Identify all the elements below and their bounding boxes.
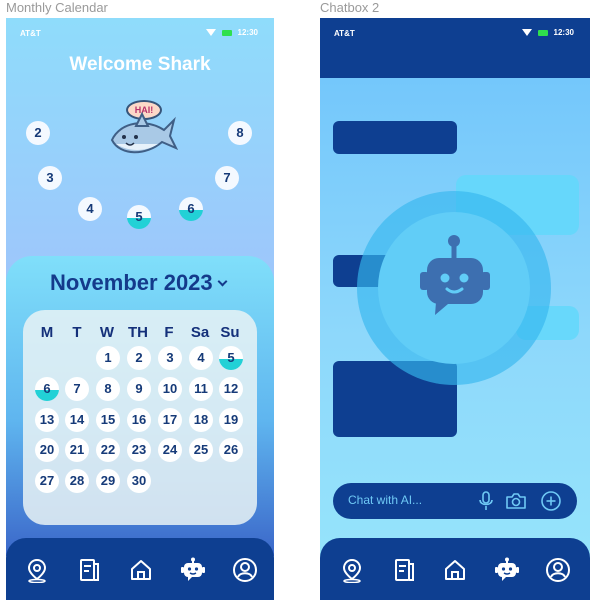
calendar-day[interactable]: 18 — [189, 408, 213, 432]
robot-icon — [420, 235, 490, 315]
battery-icon — [221, 29, 232, 36]
chat-input-bar: Chat with AI... — [333, 483, 577, 519]
calendar-day[interactable]: 3 — [158, 346, 182, 370]
calendar-day[interactable]: 15 — [96, 408, 120, 432]
carrier-label: AT&T — [20, 29, 41, 38]
profile-icon[interactable] — [232, 557, 258, 583]
calendar-day[interactable]: 27 — [35, 469, 59, 493]
calendar-day[interactable]: 30 — [127, 469, 151, 493]
assistant-avatar[interactable] — [378, 212, 530, 364]
weekday-label: F — [164, 324, 174, 341]
calendar-day-water[interactable]: 5 — [219, 346, 243, 370]
history-bubble[interactable]: 2 — [26, 121, 50, 145]
history-bubble[interactable]: 3 — [38, 166, 62, 190]
weekday-label: M — [40, 324, 54, 341]
wifi-icon — [205, 29, 216, 36]
calendar-day[interactable]: 21 — [65, 438, 89, 462]
weekday-label: Su — [220, 324, 240, 341]
clock-label: 12:30 — [237, 28, 258, 37]
bottom-tab-bar — [6, 538, 274, 600]
calendar-day[interactable]: 24 — [158, 438, 182, 462]
notes-icon[interactable] — [76, 557, 102, 583]
weekday-label: Sa — [190, 324, 210, 341]
battery-icon — [537, 29, 548, 36]
calendar-day[interactable]: 26 — [219, 438, 243, 462]
calendar-screen: AT&T 12:30 Welcome Shark HAI! 2 8 3 7 4 … — [6, 18, 274, 600]
page-title: Welcome Shark — [69, 54, 211, 75]
calendar-day[interactable]: 28 — [65, 469, 89, 493]
carrier-label: AT&T — [334, 29, 355, 38]
calendar-day[interactable]: 2 — [127, 346, 151, 370]
shark-icon — [110, 111, 178, 154]
profile-icon[interactable] — [545, 557, 571, 583]
chevron-down-icon[interactable] — [217, 276, 228, 286]
wifi-icon — [521, 29, 532, 36]
calendar-grid: M T W TH F Sa Su 1 2 3 4 5 6 7 8 9 10 11 12 13 14 15 16… — [23, 310, 257, 525]
calendar-day[interactable]: 22 — [96, 438, 120, 462]
frame-label-chatbox: Chatbox 2 — [320, 0, 380, 15]
map-pin-icon[interactable] — [24, 557, 50, 583]
calendar-panel: November 2023 M T W TH F Sa Su 123456789… — [6, 256, 274, 556]
chat-input[interactable]: Chat with AI... — [348, 493, 422, 507]
clock-label: 12:30 — [553, 28, 574, 37]
calendar-day[interactable]: 8 — [96, 377, 120, 401]
map-pin-icon[interactable] — [339, 557, 365, 583]
calendar-day[interactable]: 4 — [189, 346, 213, 370]
calendar-day[interactable]: 12 — [219, 377, 243, 401]
calendar-day[interactable]: 13 — [35, 408, 59, 432]
calendar-day[interactable]: 11 — [189, 377, 213, 401]
chatbox-screen: AT&T 12:30 Chat with AI... — [320, 18, 590, 600]
weekday-label: W — [99, 324, 115, 341]
calendar-day[interactable]: 29 — [96, 469, 120, 493]
robot-icon[interactable] — [180, 557, 206, 583]
weekday-label: T — [72, 324, 82, 341]
month-selector[interactable]: November 2023 — [50, 270, 228, 296]
bottom-tab-bar — [320, 538, 590, 600]
add-icon[interactable] — [540, 490, 562, 512]
microphone-icon[interactable] — [475, 490, 497, 512]
calendar-day-water[interactable]: 6 — [35, 377, 59, 401]
frame-label-calendar: Monthly Calendar — [6, 0, 108, 15]
notes-icon[interactable] — [391, 557, 417, 583]
shark-mascot: HAI! — [106, 100, 178, 166]
history-bubble[interactable]: 4 — [78, 197, 102, 221]
history-bubble-water[interactable]: 6 — [179, 197, 203, 221]
calendar-day[interactable]: 17 — [158, 408, 182, 432]
bot-message-bubble — [333, 121, 457, 154]
weekday-label: TH — [128, 324, 148, 341]
home-icon[interactable] — [442, 557, 468, 583]
history-bubble-water[interactable]: 5 — [127, 205, 151, 229]
month-title: November 2023 — [50, 270, 213, 295]
chat-header: AT&T 12:30 — [320, 18, 590, 78]
calendar-day[interactable]: 9 — [127, 377, 151, 401]
calendar-day[interactable]: 23 — [127, 438, 151, 462]
calendar-day[interactable]: 14 — [65, 408, 89, 432]
calendar-day[interactable]: 1 — [96, 346, 120, 370]
home-icon[interactable] — [128, 557, 154, 583]
history-bubble[interactable]: 8 — [228, 121, 252, 145]
camera-icon[interactable] — [505, 490, 527, 512]
calendar-day[interactable]: 25 — [189, 438, 213, 462]
status-bar: AT&T 12:30 — [320, 18, 590, 48]
calendar-day[interactable]: 7 — [65, 377, 89, 401]
calendar-day[interactable]: 20 — [35, 438, 59, 462]
calendar-day[interactable]: 19 — [219, 408, 243, 432]
robot-icon[interactable] — [494, 557, 520, 583]
calendar-day[interactable]: 10 — [158, 377, 182, 401]
history-bubble[interactable]: 7 — [215, 166, 239, 190]
calendar-day[interactable]: 16 — [127, 408, 151, 432]
status-bar: AT&T 12:30 — [6, 18, 274, 48]
